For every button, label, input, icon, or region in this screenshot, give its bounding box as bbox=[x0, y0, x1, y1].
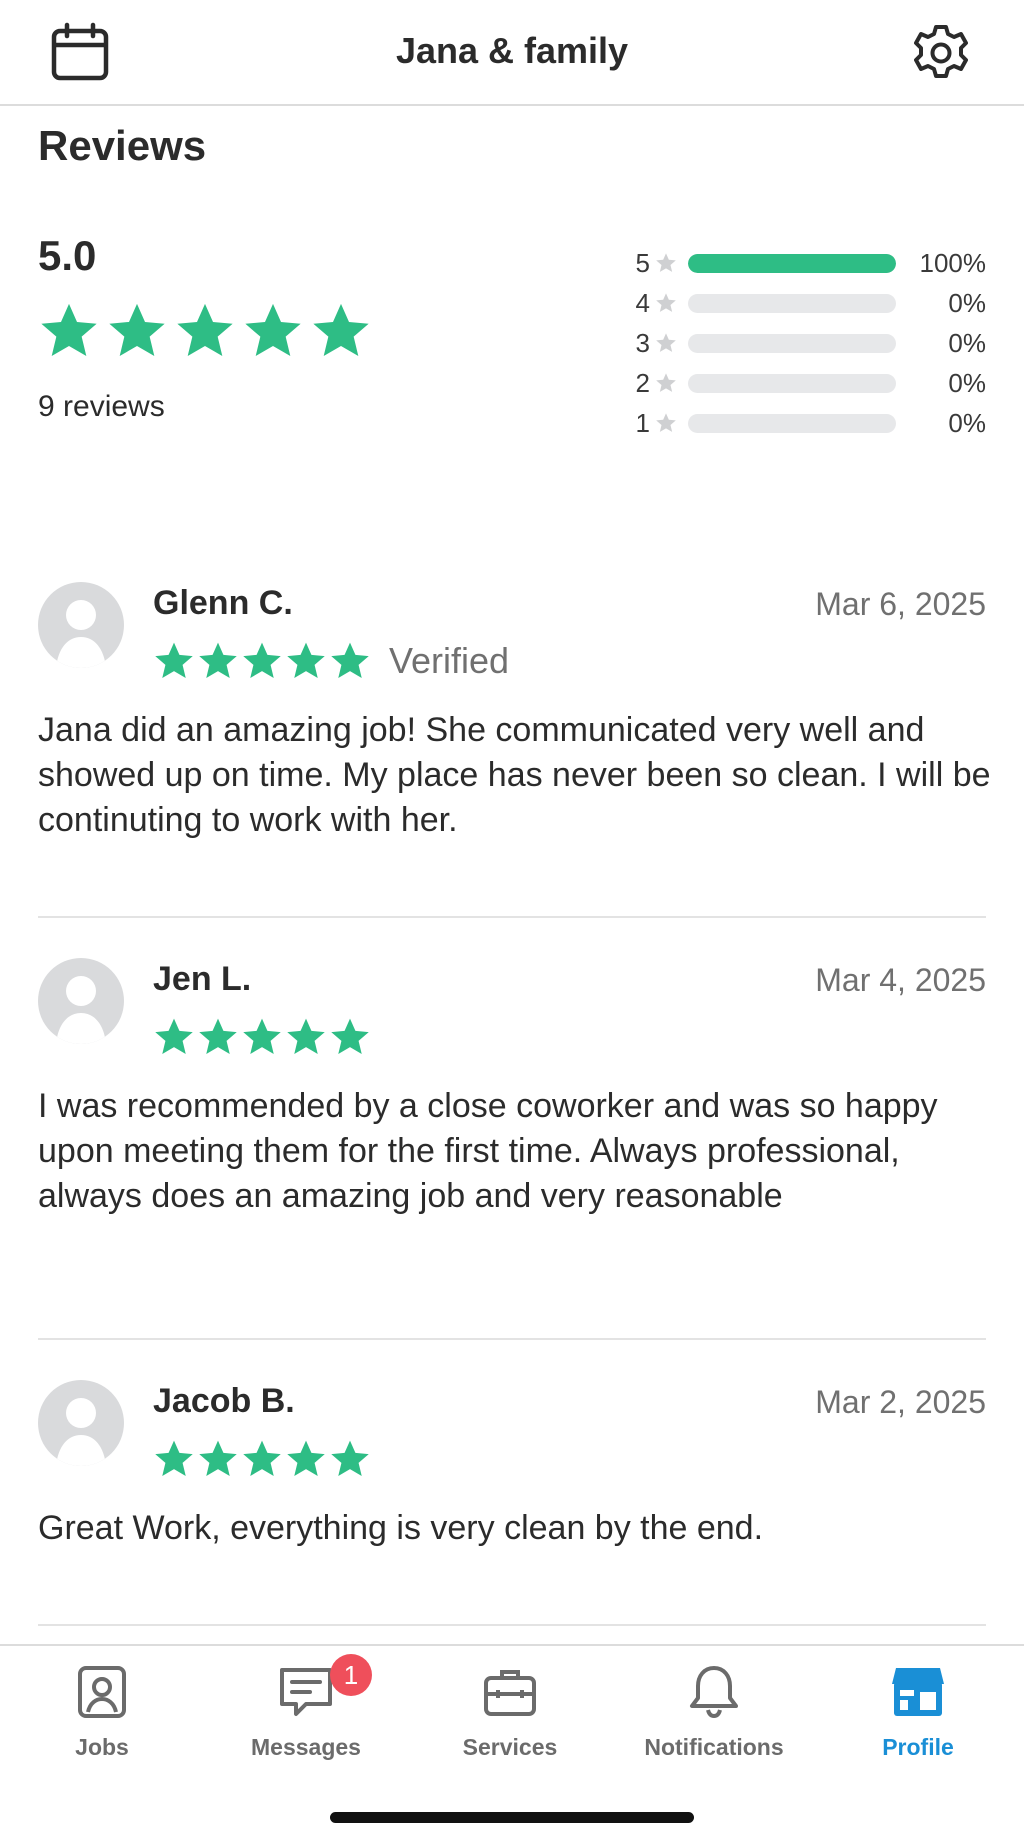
briefcase-icon bbox=[484, 1670, 536, 1716]
avatar[interactable] bbox=[38, 582, 124, 668]
review-date: Mar 4, 2025 bbox=[815, 962, 986, 998]
star-icon bbox=[656, 413, 676, 432]
star-icon bbox=[656, 333, 676, 352]
star-icon bbox=[656, 253, 676, 272]
distribution-star-label: 1 bbox=[635, 408, 650, 438]
star-icon bbox=[331, 1018, 369, 1054]
unread-badge: 1 bbox=[330, 1654, 372, 1696]
star-icon bbox=[331, 1440, 369, 1476]
distribution-star-label: 3 bbox=[635, 328, 650, 358]
tab-jobs[interactable]: Jobs bbox=[0, 1662, 204, 1761]
review-text: Jana did an amazing job! She communicate… bbox=[38, 711, 991, 839]
distribution-star-label: 5 bbox=[635, 248, 650, 278]
star-icon bbox=[656, 373, 676, 392]
distribution-percent: 100% bbox=[919, 248, 987, 278]
distribution-star-label: 2 bbox=[635, 368, 650, 398]
review-text: Great Work, everything is very clean by … bbox=[38, 1509, 764, 1547]
divider bbox=[38, 1338, 986, 1340]
star-icon bbox=[199, 1018, 237, 1054]
reviewer-name[interactable]: Jen L. bbox=[153, 960, 251, 999]
distribution-percent: 0% bbox=[948, 368, 986, 398]
person-silhouette-icon bbox=[56, 976, 106, 1044]
star-icon bbox=[331, 642, 369, 678]
star-icon bbox=[313, 303, 369, 357]
distribution-row: 1 0% bbox=[622, 404, 986, 444]
distribution-row: 4 0% bbox=[622, 284, 986, 324]
storefront-icon bbox=[892, 1668, 944, 1716]
distribution-row: 5 100% bbox=[622, 244, 986, 284]
distribution-percent: 0% bbox=[948, 408, 986, 438]
tab-label: Jobs bbox=[75, 1734, 129, 1760]
tab-messages[interactable]: 1 Messages bbox=[204, 1654, 408, 1761]
top-bar: Jana & family bbox=[0, 0, 1024, 106]
avatar[interactable] bbox=[38, 1380, 124, 1466]
reviewer-name[interactable]: Jacob B. bbox=[153, 1382, 295, 1421]
review-stars: Verified bbox=[153, 640, 509, 682]
star-icon bbox=[243, 1440, 281, 1476]
bell-icon bbox=[690, 1666, 738, 1719]
star-icon bbox=[243, 642, 281, 678]
review-date: Mar 2, 2025 bbox=[815, 1384, 986, 1420]
review-date: Mar 6, 2025 bbox=[815, 586, 986, 622]
review-stars bbox=[153, 1438, 371, 1480]
distribution-bar-fill bbox=[688, 254, 896, 273]
rating-distribution: 5 100% 4 0% 3 0% 2 0% 1 0% bbox=[622, 244, 986, 444]
average-rating: 5.0 bbox=[38, 232, 97, 279]
star-icon bbox=[155, 1440, 193, 1476]
distribution-bar-track bbox=[688, 334, 896, 353]
tab-label: Notifications bbox=[644, 1734, 784, 1760]
verified-label: Verified bbox=[389, 640, 510, 681]
distribution-bar-track bbox=[688, 414, 896, 433]
distribution-bar-track bbox=[688, 254, 896, 273]
distribution-percent: 0% bbox=[948, 288, 986, 318]
star-icon bbox=[287, 642, 325, 678]
average-rating-stars bbox=[38, 300, 372, 362]
star-icon bbox=[656, 293, 676, 312]
star-icon bbox=[287, 1018, 325, 1054]
review-stars bbox=[153, 1016, 371, 1058]
tab-services[interactable]: Services bbox=[408, 1662, 612, 1761]
reviews-heading: Reviews bbox=[38, 122, 207, 169]
review-count: 9 reviews bbox=[38, 390, 165, 423]
distribution-bar-track bbox=[688, 374, 896, 393]
tab-notifications[interactable]: Notifications bbox=[612, 1662, 816, 1761]
star-icon bbox=[287, 1440, 325, 1476]
gear-icon[interactable] bbox=[912, 24, 970, 82]
person-silhouette-icon bbox=[56, 600, 106, 668]
person-silhouette-icon bbox=[56, 1398, 106, 1466]
avatar[interactable] bbox=[38, 958, 124, 1044]
reviewer-name[interactable]: Glenn C. bbox=[153, 584, 293, 623]
distribution-bar-track bbox=[688, 294, 896, 313]
star-icon bbox=[41, 303, 97, 357]
star-icon bbox=[245, 303, 301, 357]
tab-label: Messages bbox=[251, 1734, 361, 1760]
distribution-row: 2 0% bbox=[622, 364, 986, 404]
jobs-icon bbox=[78, 1666, 126, 1718]
divider bbox=[38, 1624, 986, 1626]
distribution-row: 3 0% bbox=[622, 324, 986, 364]
star-icon bbox=[155, 1018, 193, 1054]
messages-icon bbox=[280, 1668, 332, 1716]
tab-label: Services bbox=[462, 1734, 558, 1760]
home-indicator bbox=[330, 1812, 694, 1823]
review-text: I was recommended by a close coworker an… bbox=[38, 1087, 938, 1215]
star-icon bbox=[199, 642, 237, 678]
tab-label: Profile bbox=[882, 1734, 954, 1760]
star-icon bbox=[177, 303, 233, 357]
star-icon bbox=[155, 642, 193, 678]
divider bbox=[38, 916, 986, 918]
star-icon bbox=[199, 1440, 237, 1476]
distribution-percent: 0% bbox=[948, 328, 986, 358]
star-icon bbox=[243, 1018, 281, 1054]
tab-profile[interactable]: Profile bbox=[816, 1662, 1020, 1761]
star-icon bbox=[109, 303, 165, 357]
distribution-star-label: 4 bbox=[635, 288, 650, 318]
page-title: Jana & family bbox=[395, 30, 629, 71]
